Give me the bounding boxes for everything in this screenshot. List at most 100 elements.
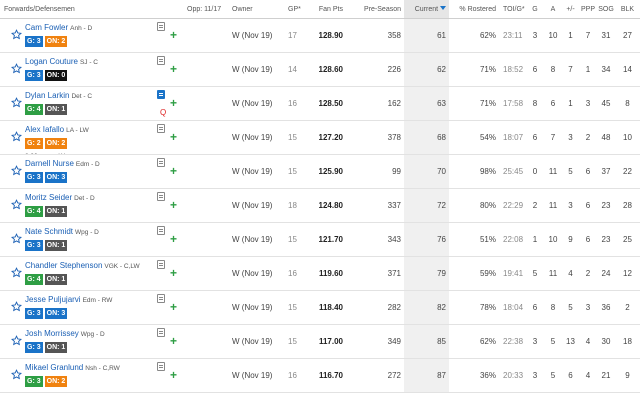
notes-icon[interactable] xyxy=(157,90,165,99)
star-icon[interactable] xyxy=(11,97,22,108)
col-fan-pts[interactable]: Fan Pts xyxy=(306,0,346,19)
fan-pts-cell: 128.50 xyxy=(306,86,346,121)
player-name-link[interactable]: Josh Morrissey xyxy=(25,329,79,338)
notes-icon[interactable] xyxy=(157,260,165,269)
add-player-icon[interactable]: + xyxy=(170,335,177,347)
star-icon[interactable] xyxy=(11,369,22,380)
star-icon[interactable] xyxy=(11,301,22,312)
notes-icon[interactable] xyxy=(157,158,165,167)
table-row: Cam Fowler Anh - D G: 3 ON: 2 + W (Nov 19… xyxy=(0,18,640,53)
notes-icon[interactable] xyxy=(157,124,165,133)
col-toi[interactable]: TOI/G* xyxy=(499,0,526,19)
add-player-icon[interactable]: + xyxy=(170,199,177,211)
badges: G: 3 ON: 3 xyxy=(25,308,112,319)
star-icon[interactable] xyxy=(11,29,22,40)
notes-icon[interactable] xyxy=(157,22,165,31)
col-a[interactable]: A xyxy=(544,0,562,19)
preseason-cell: 349 xyxy=(346,324,404,359)
star-icon[interactable] xyxy=(11,165,22,176)
star-icon[interactable] xyxy=(11,335,22,346)
col-sog[interactable]: SOG xyxy=(597,0,615,19)
player-cell: Josh Morrissey Wpg - D G: 3 ON: 1 + xyxy=(0,324,183,359)
opp-cell xyxy=(183,52,228,87)
g-cell: 3 xyxy=(526,358,544,393)
fan-pts-cell: 124.80 xyxy=(306,188,346,223)
notes-icon[interactable] xyxy=(157,328,165,337)
owner-cell: W (Nov 19) xyxy=(228,86,284,121)
sog-cell: 48 xyxy=(597,120,615,155)
player-name-link[interactable]: Nate Schmidt xyxy=(25,227,73,236)
add-player-icon[interactable]: + xyxy=(170,233,177,245)
owner-cell: W (Nov 19) xyxy=(228,290,284,325)
player-info: Mikael Granlund Nsh - C,RW G: 3 ON: 2 xyxy=(25,362,120,387)
player-name-link[interactable]: Moritz Seider xyxy=(25,193,72,202)
col-blk[interactable]: BLK xyxy=(615,0,640,19)
add-player-icon[interactable]: + xyxy=(170,63,177,75)
player-cell: Moritz Seider Det - D G: 4 ON: 1 + xyxy=(0,188,183,223)
g-cell: 3 xyxy=(526,18,544,53)
opp-cell xyxy=(183,188,228,223)
col-preseason[interactable]: Pre-Season xyxy=(346,0,404,19)
player-name-link[interactable]: Dylan Larkin xyxy=(25,91,69,100)
player-name-link[interactable]: Chandler Stephenson xyxy=(25,261,102,270)
toi-cell: 19:41 xyxy=(499,256,526,291)
notes-icon[interactable] xyxy=(157,192,165,201)
gp-cell: 16 xyxy=(284,86,306,121)
add-player-icon[interactable]: + xyxy=(170,301,177,313)
player-name-link[interactable]: Jesse Puljujarvi xyxy=(25,295,81,304)
star-icon[interactable] xyxy=(11,199,22,210)
player-info: Darnell Nurse Edm - D G: 3 ON: 3 xyxy=(25,158,100,183)
col-rostered[interactable]: % Rostered xyxy=(449,0,499,19)
on-badge: ON: 3 xyxy=(44,172,68,183)
notes-icon[interactable] xyxy=(157,56,165,65)
g-cell: 1 xyxy=(526,222,544,257)
notes-icon[interactable] xyxy=(157,226,165,235)
notes-icon[interactable] xyxy=(157,294,165,303)
col-player[interactable]: Forwards/Defensemen xyxy=(0,0,183,19)
notes-icon[interactable] xyxy=(157,362,165,371)
on-badge: ON: 1 xyxy=(44,342,68,353)
player-name-link[interactable]: Darnell Nurse xyxy=(25,159,74,168)
owner-cell: W (Nov 19) xyxy=(228,52,284,87)
player-name-link[interactable]: Mikael Granlund xyxy=(25,363,83,372)
star-icon[interactable] xyxy=(11,267,22,278)
g-cell: 3 xyxy=(526,324,544,359)
star-icon[interactable] xyxy=(11,131,22,142)
add-player-icon[interactable]: + xyxy=(170,267,177,279)
col-gp[interactable]: GP* xyxy=(284,0,306,19)
add-player-icon[interactable]: + xyxy=(170,97,177,109)
ppp-cell: 2 xyxy=(579,120,597,155)
col-opp[interactable]: Opp: 11/17 xyxy=(183,0,228,19)
col-ppp[interactable]: PPP xyxy=(579,0,597,19)
blk-cell: 8 xyxy=(615,86,640,121)
col-g[interactable]: G xyxy=(526,0,544,19)
col-plus-minus[interactable]: +/- xyxy=(562,0,579,19)
owner-cell: W (Nov 19) xyxy=(228,324,284,359)
col-current[interactable]: Current xyxy=(404,0,449,19)
badges: G: 4 ON: 1 xyxy=(25,206,95,217)
player-name-link[interactable]: Cam Fowler xyxy=(25,23,68,32)
gp-cell: 15 xyxy=(284,120,306,155)
add-player-icon[interactable]: + xyxy=(170,29,177,41)
star-icon[interactable] xyxy=(11,233,22,244)
blk-cell: 9 xyxy=(615,358,640,393)
games-badge: G: 3 xyxy=(25,342,43,353)
add-player-icon[interactable]: + xyxy=(170,131,177,143)
current-cell: 63 xyxy=(404,86,449,121)
fan-pts-cell: 127.20 xyxy=(306,120,346,155)
player-team-position: SJ - C xyxy=(79,59,98,66)
table-row: Jesse Puljujarvi Edm - RW G: 3 ON: 3 + W … xyxy=(0,290,640,325)
col-current-label: Current xyxy=(414,5,439,13)
g-cell: 2 xyxy=(526,188,544,223)
player-name-link[interactable]: Logan Couture xyxy=(25,57,78,66)
plus-minus-cell: 4 xyxy=(562,256,579,291)
toi-cell: 22:08 xyxy=(499,222,526,257)
star-icon[interactable] xyxy=(11,63,22,74)
add-player-icon[interactable]: + xyxy=(170,369,177,381)
player-name-link[interactable]: Alex Iafallo xyxy=(25,125,64,134)
add-player-icon[interactable]: + xyxy=(170,165,177,177)
player-team-position: Wpg - D xyxy=(80,331,105,338)
games-badge: G: 4 xyxy=(25,274,43,285)
col-owner[interactable]: Owner xyxy=(228,0,284,19)
opp-cell xyxy=(183,154,228,189)
